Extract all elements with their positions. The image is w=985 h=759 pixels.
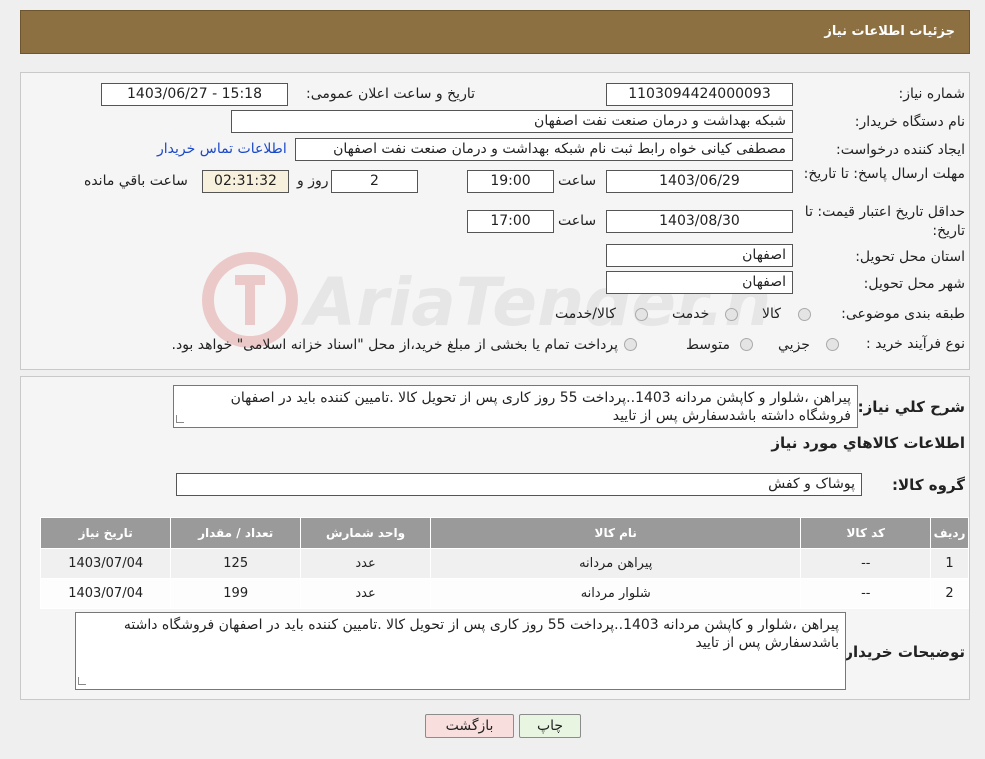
province-field: اصفهان <box>606 244 793 267</box>
goods-group-label: گروه کالا: <box>892 476 965 494</box>
need-number-label: شماره نیاز: <box>898 86 966 102</box>
deadline-time-label: ساعت <box>558 173 597 189</box>
col-unit: واحد شمارش <box>300 517 431 549</box>
category-radio-service[interactable] <box>725 308 738 321</box>
min-validity-time-label: ساعت <box>558 213 597 229</box>
announce-label: تاریخ و ساعت اعلان عمومی: <box>306 86 475 102</box>
cell-unit: عدد <box>300 548 431 579</box>
cell-name: پیراهن مردانه <box>429 548 802 579</box>
resize-grip-icon[interactable] <box>78 677 86 685</box>
province-label: استان محل تحویل: <box>855 249 965 265</box>
goods-section-title: اطلاعات کالاهاي مورد نياز <box>771 434 965 452</box>
announce-field: 1403/06/27 - 15:18 <box>101 83 288 106</box>
buyer-notes-label: توضیحات خریدار: <box>838 643 965 661</box>
process-radio-medium[interactable] <box>740 338 753 351</box>
cell-name: شلوار مردانه <box>429 578 802 609</box>
col-row: رديف <box>930 517 969 549</box>
category-option-goods: کالا <box>762 306 781 322</box>
category-label: طبقه بندی موضوعی: <box>841 306 965 322</box>
print-button[interactable]: چاپ <box>519 714 581 738</box>
buyer-notes-textarea[interactable]: پیراهن ،شلوار و کاپشن مردانه 1403..پرداخ… <box>75 612 846 690</box>
cell-date: 1403/07/04 <box>39 548 172 579</box>
description-textarea[interactable]: پیراهن ،شلوار و کاپشن مردانه 1403..پرداخ… <box>173 385 858 428</box>
col-name: نام کالا <box>429 517 802 549</box>
min-validity-date-field: 1403/08/30 <box>606 210 793 233</box>
cell-unit: عدد <box>300 578 431 609</box>
cell-row: 1 <box>930 548 969 579</box>
category-option-goods-service: کالا/خدمت <box>555 306 616 322</box>
cell-qty: 125 <box>170 548 302 579</box>
need-number-field: 1103094424000093 <box>606 83 793 106</box>
cell-code: -- <box>800 578 932 609</box>
buyer-org-field: شبکه بهداشت و درمان صنعت نفت اصفهان <box>231 110 793 133</box>
cell-date: 1403/07/04 <box>39 578 172 609</box>
remaining-time-field: 02:31:32 <box>202 170 289 193</box>
process-label: نوع فرآیند خرید : <box>866 336 965 352</box>
city-field: اصفهان <box>606 271 793 294</box>
goods-table: رديف کد کالا نام کالا واحد شمارش تعداد /… <box>39 517 969 609</box>
category-option-service: خدمت <box>672 306 710 322</box>
min-validity-time-field: 17:00 <box>467 210 554 233</box>
remaining-time-label: ساعت باقي مانده <box>84 173 188 189</box>
city-label: شهر محل تحویل: <box>863 276 965 292</box>
table-row: 1 -- پیراهن مردانه عدد 125 1403/07/04 <box>39 548 969 579</box>
col-qty: تعداد / مقدار <box>170 517 302 549</box>
table-row: 2 -- شلوار مردانه عدد 199 1403/07/04 <box>39 578 969 609</box>
process-option-medium: متوسط <box>686 337 730 353</box>
process-radio-minor[interactable] <box>826 338 839 351</box>
goods-group-field: پوشاک و کفش <box>176 473 862 496</box>
description-label: شرح کلي نياز: <box>857 398 965 416</box>
min-validity-label: حداقل تاریخ اعتبار قیمت: تا تاریخ: <box>804 204 965 239</box>
description-text: پیراهن ،شلوار و کاپشن مردانه 1403..پرداخ… <box>230 390 851 424</box>
creator-field: مصطفی کیانی خواه رابط ثبت نام شبکه بهداش… <box>295 138 793 161</box>
creator-label: ایجاد کننده درخواست: <box>836 142 965 158</box>
deadline-label: مهلت ارسال پاسخ: تا تاریخ: <box>803 166 965 182</box>
days-field: 2 <box>331 170 418 193</box>
page-title: جزئیات اطلاعات نیاز <box>824 24 955 39</box>
page-header: جزئیات اطلاعات نیاز <box>20 10 970 54</box>
treasury-checkbox[interactable] <box>624 338 637 351</box>
table-header-row: رديف کد کالا نام کالا واحد شمارش تعداد /… <box>39 517 969 549</box>
days-label: روز و <box>297 173 329 189</box>
buyer-org-label: نام دستگاه خریدار: <box>854 114 965 130</box>
deadline-date-field: 1403/06/29 <box>606 170 793 193</box>
buyer-contact-link[interactable]: اطلاعات تماس خریدار <box>157 141 287 157</box>
cell-row: 2 <box>930 578 969 609</box>
process-note: پرداخت تمام یا بخشی از مبلغ خرید،از محل … <box>171 337 618 353</box>
cell-code: -- <box>800 548 932 579</box>
back-button[interactable]: بازگشت <box>425 714 514 738</box>
category-radio-goods[interactable] <box>798 308 811 321</box>
buyer-notes-text: پیراهن ،شلوار و کاپشن مردانه 1403..پرداخ… <box>123 617 839 651</box>
category-radio-goods-service[interactable] <box>635 308 648 321</box>
col-code: کد کالا <box>800 517 932 549</box>
cell-qty: 199 <box>170 578 302 609</box>
resize-grip-icon[interactable] <box>176 415 184 423</box>
col-date: تاریخ نیاز <box>39 517 172 549</box>
process-option-minor: جزيي <box>778 337 810 353</box>
deadline-time-field: 19:00 <box>467 170 554 193</box>
